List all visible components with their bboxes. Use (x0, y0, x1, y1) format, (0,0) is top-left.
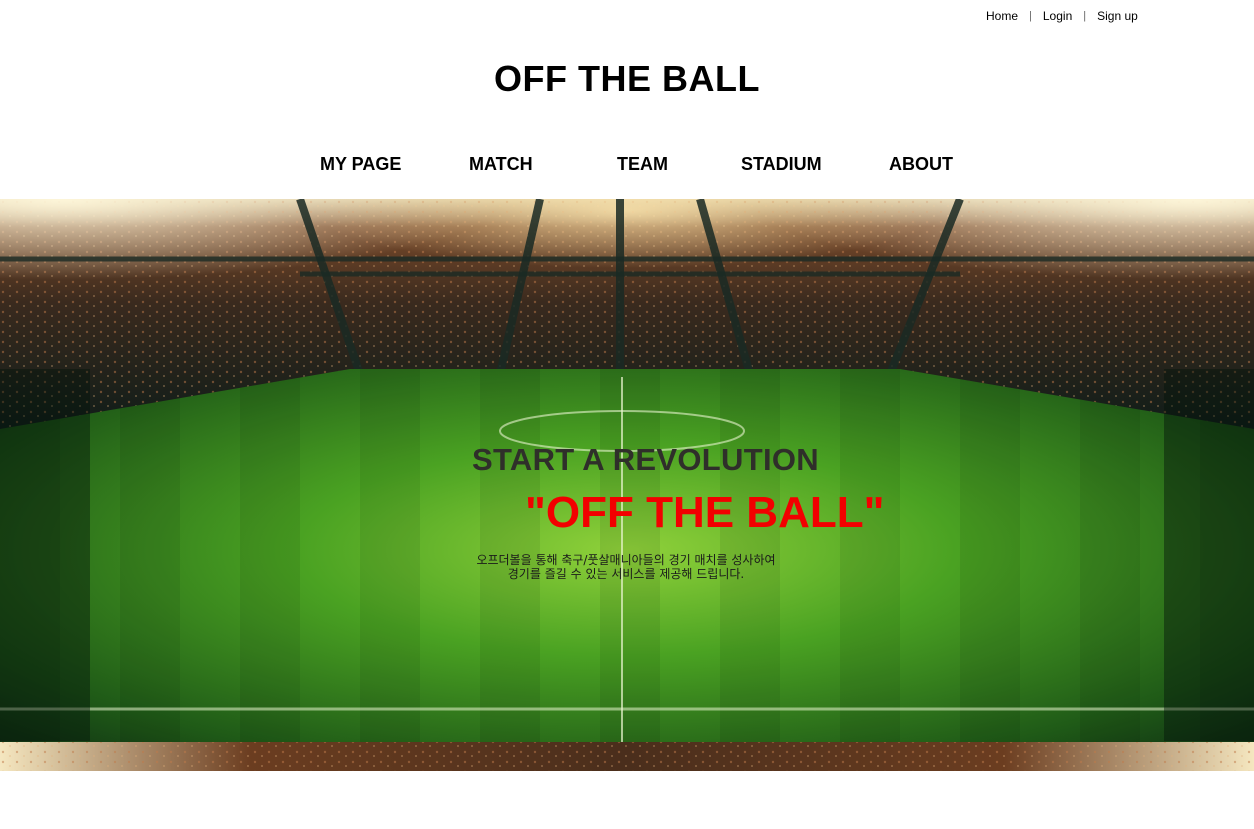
utility-nav: Home | Login | Sign up (986, 9, 1138, 23)
hero-brand-text: "OFF THE BALL" (525, 488, 885, 537)
separator: | (1083, 10, 1087, 22)
hero-description: 오프더볼을 통해 축구/풋살매니아들의 경기 매치를 성사하여 경기를 즐길 수… (426, 553, 826, 581)
hero-description-line: 오프더볼을 통해 축구/풋살매니아들의 경기 매치를 성사하여 (476, 553, 776, 567)
hero-description-line: 경기를 즐길 수 있는 서비스를 제공해 드립니다. (507, 567, 745, 581)
nav-item-about[interactable]: ABOUT (889, 154, 953, 175)
home-link[interactable]: Home (986, 9, 1018, 23)
nav-item-stadium[interactable]: STADIUM (741, 154, 822, 175)
stadium-background-image (0, 199, 1254, 771)
hero-title: START A REVOLUTION (472, 442, 819, 477)
nav-item-team[interactable]: TEAM (617, 154, 668, 175)
nav-item-my-page[interactable]: MY PAGE (320, 154, 401, 175)
page: Home | Login | Sign up OFF THE BALL MY P… (0, 0, 1254, 829)
nav-item-match[interactable]: MATCH (469, 154, 533, 175)
separator: | (1029, 10, 1032, 22)
login-link[interactable]: Login (1043, 9, 1072, 23)
signup-link[interactable]: Sign up (1097, 9, 1138, 23)
site-logo[interactable]: OFF THE BALL (0, 58, 1254, 100)
hero-banner (0, 199, 1254, 771)
